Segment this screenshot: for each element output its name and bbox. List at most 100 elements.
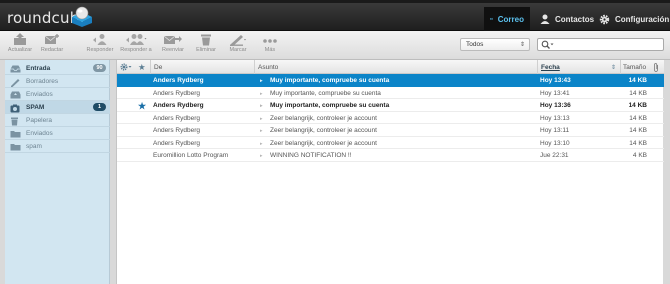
nav-mail-tab[interactable]: Correo [484, 7, 530, 31]
inbox-icon [10, 65, 21, 73]
column-from[interactable]: De [154, 64, 162, 71]
folder-icon [10, 144, 21, 151]
folder-icon [10, 131, 21, 138]
message-size: 14 KB [629, 89, 647, 97]
envelope-icon [490, 17, 493, 21]
more-button[interactable]: Más [256, 33, 284, 59]
message-size: 4 KB [632, 152, 647, 159]
thread-arrow-icon: ▸ [260, 128, 263, 134]
folder-spam-custom-name: spam [26, 143, 42, 150]
header-bar: roundcube Correo Contactos Configuración [0, 3, 670, 31]
message-size: 14 KB [628, 102, 647, 109]
forward-icon [163, 35, 182, 44]
compose-label: Redactar [40, 47, 64, 53]
message-date: Hoy 13:36 [540, 102, 571, 109]
message-subject: Zeer belangrijk, controleer je account [270, 114, 377, 122]
folder-spam-name: SPAM [26, 104, 45, 111]
reply-button[interactable]: Responder [85, 33, 115, 59]
column-subject[interactable]: Asunto [258, 64, 278, 71]
message-sender: Euromillion Lotto Program [153, 152, 229, 159]
mark-button[interactable]: Marcar [224, 33, 252, 59]
message-row[interactable]: Anders Rydberg ▸ Muy importante, comprue… [117, 74, 664, 87]
folder-inbox[interactable]: Entrada 90 [5, 62, 110, 75]
folder-inbox-count: 90 [93, 64, 106, 72]
thread-arrow-icon: ▸ [260, 90, 263, 97]
message-subject: Zeer belangrijk, controleer je account [270, 127, 377, 134]
folder-spam-count: 1 [93, 103, 106, 111]
message-date: Hoy 13:13 [540, 114, 570, 122]
column-size[interactable]: Tamaño [623, 64, 646, 71]
message-sender: Anders Rydberg [153, 139, 200, 147]
message-sender: Anders Rydberg [153, 102, 204, 109]
attachment-icon [654, 63, 658, 72]
folder-enviados-custom[interactable]: Enviados [5, 127, 110, 140]
updown-caret-icon: ⇕ [519, 42, 525, 48]
folder-sent-name: Enviados [26, 91, 53, 98]
thread-arrow-icon: ▸ [260, 140, 263, 147]
spam-icon [10, 104, 20, 113]
folder-sent[interactable]: Enviados [5, 88, 110, 101]
column-date[interactable]: Fecha [541, 64, 560, 71]
refresh-icon [14, 33, 26, 45]
nav-contacts-tab[interactable]: Contactos [534, 7, 600, 31]
more-label: Más [264, 47, 276, 53]
folder-drafts[interactable]: Borradores [5, 75, 110, 88]
folder-spam-custom[interactable]: spam [5, 140, 110, 153]
column-divider [537, 60, 538, 74]
message-row[interactable]: Anders Rydberg ▸ Zeer belangrijk, contro… [117, 112, 664, 124]
message-date: Hoy 13:11 [540, 127, 570, 134]
folder-trash[interactable]: Papelera [5, 114, 110, 127]
message-sender: Anders Rydberg [153, 89, 200, 97]
message-date: Hoy 13:41 [540, 89, 570, 97]
message-list-header: ★ De Asunto Fecha ⇕ Tamaño [117, 60, 664, 74]
message-subject: Zeer belangrijk, controleer je account [270, 139, 377, 147]
delete-button[interactable]: Eliminar [192, 33, 220, 59]
folder-list: Entrada 90 Borradores Enviados SPAM 1 Pa… [5, 60, 110, 284]
message-row[interactable]: ★ Anders Rydberg ▸ Muy importante, compr… [117, 99, 664, 112]
filter-select[interactable]: Todos ⇕ [460, 38, 530, 51]
message-size: 14 KB [629, 139, 647, 147]
column-divider [254, 60, 255, 74]
reply-label: Responder [86, 47, 114, 53]
flagged-star-icon[interactable]: ★ [138, 101, 146, 112]
nav-settings-label: Configuración [615, 14, 670, 24]
pencil-icon [11, 79, 20, 87]
reply-all-button[interactable]: Responder a [117, 33, 155, 59]
message-sender: Anders Rydberg [153, 127, 200, 134]
roundcube-logo-icon [72, 6, 92, 27]
message-list: ★ De Asunto Fecha ⇕ Tamaño Anders Rydber… [116, 60, 664, 284]
folder-trash-name: Papelera [26, 117, 53, 124]
message-row[interactable]: Anders Rydberg ▸ Zeer belangrijk, contro… [117, 137, 664, 149]
forward-button[interactable]: Reenviar [158, 33, 188, 59]
message-date: Jue 22:31 [540, 152, 569, 159]
sort-updown-icon: ⇕ [611, 65, 617, 71]
message-date: Hoy 13:43 [540, 77, 571, 84]
folder-spam[interactable]: SPAM 1 [5, 101, 110, 114]
list-options-gear-icon[interactable] [120, 63, 132, 71]
filter-selected-value: Todos [466, 41, 484, 48]
reply-all-icon [126, 34, 147, 45]
column-divider [620, 60, 621, 74]
message-size: 14 KB [629, 127, 647, 134]
toolbar: Actualizar Redactar Responder Responder … [0, 31, 670, 60]
flag-column-star-icon[interactable]: ★ [138, 62, 146, 73]
trash-icon [201, 34, 211, 46]
delete-label: Eliminar [196, 47, 216, 53]
mark-icon [230, 35, 246, 46]
message-subject: WINNING NOTIFICATION !! [270, 152, 352, 159]
forward-label: Reenviar [161, 47, 184, 53]
search-input[interactable] [537, 38, 664, 51]
message-row[interactable]: Euromillion Lotto Program ▸ WINNING NOTI… [117, 149, 664, 162]
message-row[interactable]: Anders Rydberg ▸ Muy importante, comprue… [117, 87, 664, 99]
thread-arrow-icon: ▸ [260, 78, 263, 84]
pane-splitter[interactable] [111, 60, 115, 284]
refresh-button[interactable]: Actualizar [6, 33, 34, 59]
message-row[interactable]: Anders Rydberg ▸ Zeer belangrijk, contro… [117, 124, 664, 137]
message-date: Hoy 13:10 [540, 139, 570, 147]
message-size: 14 KB [628, 77, 647, 84]
compose-icon [44, 34, 59, 44]
trash-icon [11, 117, 18, 126]
mark-label: Marcar [229, 47, 247, 53]
nav-settings-tab[interactable]: Configuración [593, 7, 670, 31]
compose-button[interactable]: Redactar [39, 33, 65, 59]
